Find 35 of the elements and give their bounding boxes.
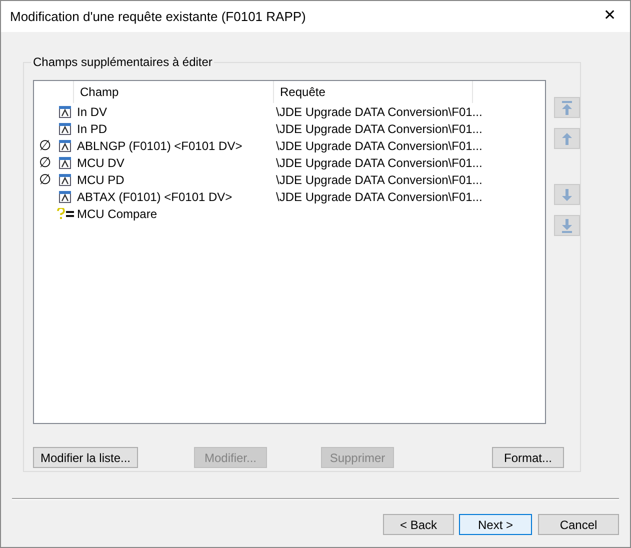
window-title: Modification d'une requête existante (F0101 RAPP) (10, 8, 306, 26)
query-path: \JDE Upgrade DATA Conversion\F01... (276, 138, 482, 152)
field-icon (59, 106, 71, 118)
field-name: MCU Compare (77, 206, 158, 220)
field-name: ABTAX (F0101) <F0101 DV> (77, 190, 232, 204)
field-icon (59, 174, 71, 186)
excluded-mark: ∅ (39, 137, 51, 153)
down-arrow-icon (559, 218, 575, 234)
group-title: Champs supplémentaires à éditer (31, 55, 214, 69)
query-path: \JDE Upgrade DATA Conversion\F01... (276, 172, 482, 186)
wizard-button[interactable]: Cancel (538, 514, 619, 535)
excluded-mark: ∅ (39, 154, 51, 170)
field-name: In PD (77, 122, 108, 136)
field-name: MCU PD (77, 172, 124, 186)
field-icon (59, 190, 71, 202)
query-path: \JDE Upgrade DATA Conversion\F01... (276, 190, 482, 204)
close-button[interactable]: ✕ (590, 1, 630, 32)
field-name: MCU DV (77, 156, 124, 170)
field-icon (59, 122, 71, 134)
list-button[interactable]: Modifier la liste... (33, 447, 138, 468)
column-header[interactable]: Champ (74, 81, 274, 103)
query-path: \JDE Upgrade DATA Conversion\F01... (276, 156, 482, 170)
wizard-button[interactable]: Next > (459, 514, 532, 535)
field-name: ABLNGP (F0101) <F0101 DV> (77, 138, 242, 152)
excluded-mark: ∅ (39, 171, 51, 187)
query-path: \JDE Upgrade DATA Conversion\F01... (276, 122, 482, 136)
query-path: \JDE Upgrade DATA Conversion\F01... (276, 104, 482, 118)
field-icon (59, 140, 71, 152)
wizard-button[interactable]: < Back (383, 514, 454, 535)
list-button[interactable]: Format... (492, 447, 564, 468)
formula-icon (56, 208, 74, 219)
field-icon (59, 156, 71, 168)
field-name: In DV (77, 104, 108, 118)
up-arrow-icon (559, 100, 575, 116)
column-header[interactable]: Requête (274, 81, 473, 103)
